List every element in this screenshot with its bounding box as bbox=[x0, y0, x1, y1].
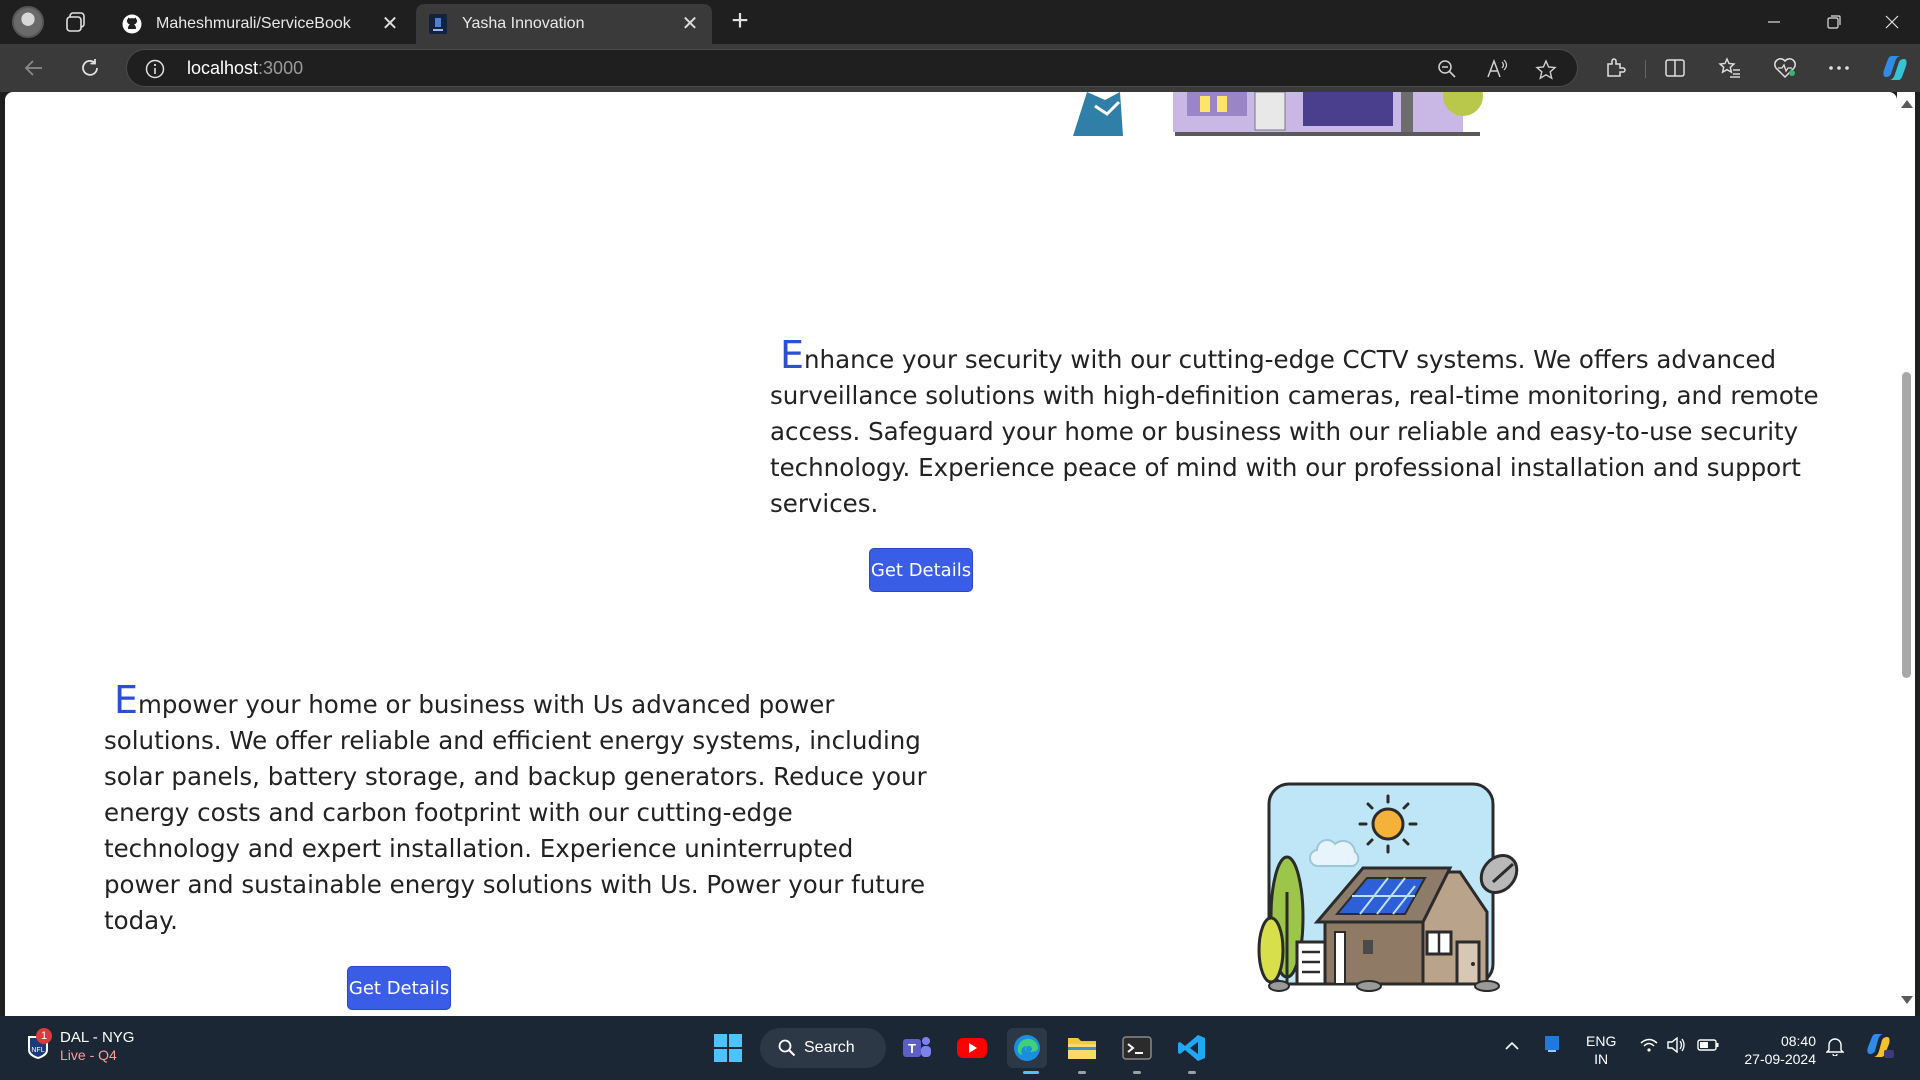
restore-icon bbox=[1827, 15, 1841, 29]
solar-house-illustration bbox=[1257, 782, 1519, 992]
minimize-icon bbox=[1768, 21, 1780, 23]
game-score: DAL - NYG bbox=[60, 1029, 135, 1046]
wifi-icon[interactable] bbox=[1640, 1038, 1658, 1055]
clock-date: 27-09-2024 bbox=[1744, 1051, 1816, 1067]
file-explorer-icon[interactable] bbox=[1062, 1028, 1102, 1068]
restore-button[interactable] bbox=[1806, 0, 1862, 44]
read-aloud-icon[interactable] bbox=[1487, 58, 1508, 79]
minimize-button[interactable] bbox=[1746, 0, 1802, 44]
favorite-star-icon[interactable] bbox=[1535, 59, 1557, 80]
refresh-button[interactable] bbox=[74, 52, 106, 84]
show-hidden-icons-icon[interactable] bbox=[1504, 1038, 1520, 1054]
scroll-down-arrow-icon[interactable] bbox=[1901, 996, 1913, 1004]
github-icon bbox=[122, 14, 142, 34]
toolbar-divider bbox=[1645, 60, 1646, 78]
split-screen-icon[interactable] bbox=[1660, 53, 1690, 83]
nfl-icon: NFL 1 bbox=[26, 1027, 52, 1060]
page-viewport: Enhance your security with our cutting-e… bbox=[5, 92, 1897, 1016]
url-port: :3000 bbox=[258, 58, 304, 78]
tab-close-button[interactable]: ✕ bbox=[680, 14, 700, 34]
tab-title: Yasha Innovation bbox=[462, 15, 585, 32]
vscode-icon[interactable] bbox=[1172, 1028, 1212, 1068]
site-info-icon[interactable] bbox=[145, 59, 165, 84]
start-button[interactable] bbox=[708, 1028, 748, 1068]
teams-icon[interactable]: T bbox=[897, 1028, 937, 1068]
system-clock[interactable]: 08:40 27-09-2024 bbox=[1736, 1032, 1816, 1068]
profile-avatar[interactable] bbox=[12, 6, 44, 38]
windows-start-icon bbox=[714, 1034, 742, 1062]
more-options-icon[interactable] bbox=[1824, 53, 1854, 83]
refresh-icon bbox=[82, 59, 98, 76]
language-indicator[interactable]: ENG IN bbox=[1586, 1032, 1616, 1068]
vscode-running-indicator bbox=[1188, 1071, 1196, 1074]
explorer-running-indicator bbox=[1078, 1071, 1086, 1074]
workspaces-icon[interactable] bbox=[62, 8, 90, 36]
cctv-text: nhance your security with our cutting-ed… bbox=[770, 345, 1819, 518]
back-arrow-icon bbox=[24, 60, 42, 76]
copilot-taskbar-icon[interactable] bbox=[1864, 1032, 1894, 1063]
battery-icon[interactable] bbox=[1697, 1038, 1719, 1054]
language-code: ENG bbox=[1586, 1033, 1617, 1049]
extensions-icon[interactable] bbox=[1600, 53, 1630, 83]
power-text: mpower your home or business with Us adv… bbox=[104, 690, 927, 935]
notification-badge: 1 bbox=[36, 1027, 52, 1044]
scrollbar-thumb[interactable] bbox=[1902, 372, 1911, 678]
terminal-icon[interactable] bbox=[1117, 1028, 1157, 1068]
hero-illustration bbox=[1073, 92, 1483, 136]
url-text[interactable]: localhost:3000 bbox=[187, 58, 303, 79]
edge-running-indicator bbox=[1023, 1071, 1039, 1074]
tab-close-button[interactable]: ✕ bbox=[380, 14, 400, 34]
cctv-drop-letter: E bbox=[780, 333, 805, 377]
power-description: Empower your home or business with Us ad… bbox=[104, 681, 934, 939]
region-code: IN bbox=[1594, 1051, 1609, 1067]
volume-icon[interactable] bbox=[1666, 1036, 1686, 1056]
tab-title: Maheshmurali/ServiceBook bbox=[156, 15, 351, 32]
site-favicon-icon bbox=[428, 14, 448, 34]
cctv-description: Enhance your security with our cutting-e… bbox=[770, 336, 1850, 522]
close-window-button[interactable] bbox=[1864, 0, 1920, 44]
taskbar: NFL 1 DAL - NYG Live - Q4 Search T ENG I… bbox=[0, 1016, 1920, 1080]
power-get-details-button[interactable]: Get Details bbox=[347, 966, 451, 1010]
url-host: localhost bbox=[187, 58, 259, 78]
tray-app-icon[interactable] bbox=[1542, 1034, 1562, 1057]
youtube-icon[interactable] bbox=[952, 1028, 992, 1068]
back-button[interactable] bbox=[18, 52, 50, 84]
new-tab-button[interactable]: + bbox=[726, 6, 754, 36]
svg-text:NFL: NFL bbox=[31, 1047, 44, 1054]
sports-widget[interactable]: NFL 1 DAL - NYG Live - Q4 bbox=[26, 1027, 135, 1063]
cctv-get-details-button[interactable]: Get Details bbox=[869, 548, 973, 592]
address-bar[interactable]: localhost:3000 bbox=[126, 49, 1578, 87]
taskbar-search-button[interactable]: Search bbox=[760, 1028, 886, 1068]
vertical-scrollbar[interactable] bbox=[1897, 92, 1915, 1016]
favorites-icon[interactable] bbox=[1715, 53, 1745, 83]
close-icon bbox=[1885, 15, 1899, 29]
tab-github[interactable]: Maheshmurali/ServiceBook ✕ bbox=[110, 4, 412, 44]
power-drop-letter: E bbox=[114, 678, 139, 722]
terminal-running-indicator bbox=[1133, 1071, 1141, 1074]
search-label: Search bbox=[804, 1039, 855, 1056]
title-bar: Maheshmurali/ServiceBook ✕ Yasha Innovat… bbox=[0, 0, 1920, 44]
zoom-icon[interactable] bbox=[1437, 59, 1457, 79]
notification-bell-icon[interactable] bbox=[1825, 1036, 1845, 1059]
navigation-bar: localhost:3000 bbox=[0, 44, 1920, 92]
clock-time: 08:40 bbox=[1780, 1033, 1816, 1049]
browser-essentials-icon[interactable] bbox=[1770, 53, 1800, 83]
copilot-icon[interactable] bbox=[1878, 51, 1912, 85]
tab-yasha-innovation[interactable]: Yasha Innovation ✕ bbox=[416, 4, 712, 44]
scroll-up-arrow-icon[interactable] bbox=[1901, 100, 1913, 108]
search-icon bbox=[778, 1039, 796, 1057]
svg-text:T: T bbox=[908, 1041, 916, 1056]
game-status: Live - Q4 bbox=[60, 1047, 117, 1063]
edge-icon[interactable] bbox=[1007, 1028, 1047, 1068]
